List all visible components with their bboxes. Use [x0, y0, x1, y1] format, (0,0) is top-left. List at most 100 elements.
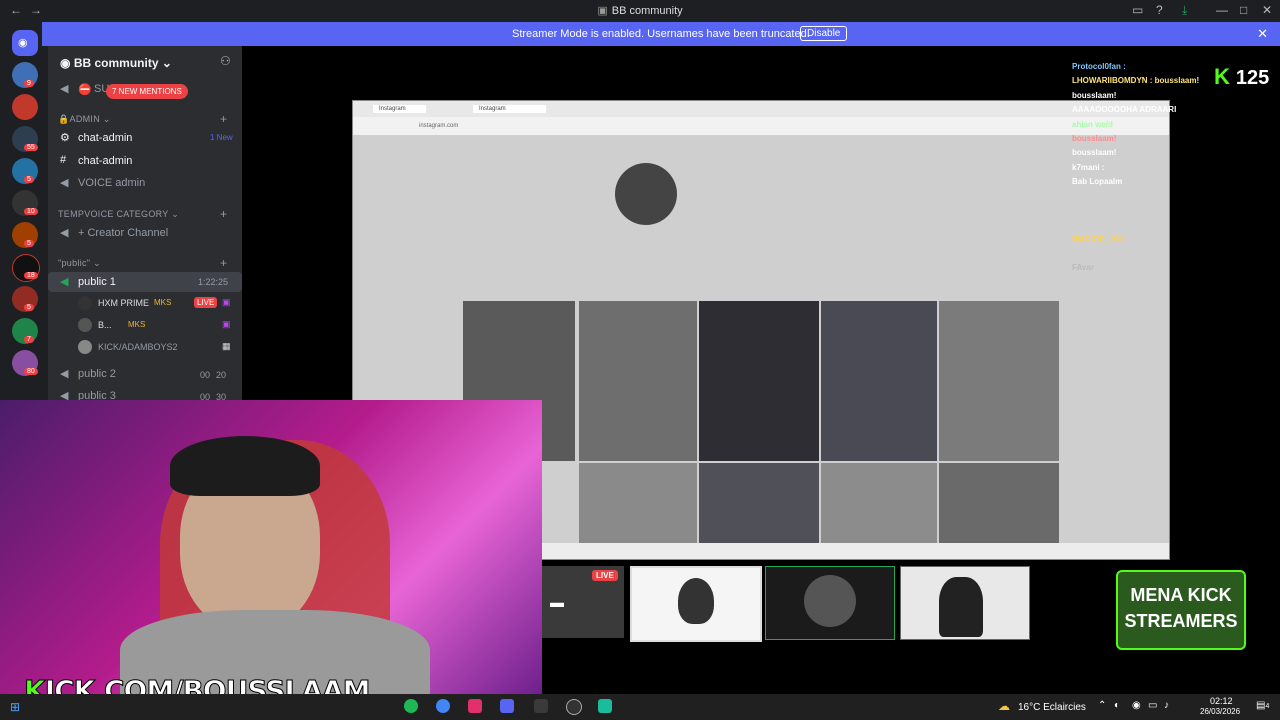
- window-title: ▣ BB community: [597, 5, 683, 17]
- avatar: [939, 577, 983, 637]
- close-icon[interactable]: ✕: [1257, 26, 1268, 42]
- obs-icon[interactable]: [566, 699, 582, 715]
- participant-tile[interactable]: [765, 566, 895, 640]
- channel-list: ◉ BB community ⌄ ⚇ ◀ ⛔ SU 7 NEW MENTIONS…: [48, 46, 242, 402]
- maximize-button[interactable]: □: [1240, 3, 1247, 17]
- chat-message: bousslaam!: [1072, 133, 1117, 143]
- add-channel-icon[interactable]: +: [220, 256, 227, 270]
- speaker-icon: ◀: [60, 368, 69, 380]
- server-icon[interactable]: [12, 94, 38, 120]
- video-tile: [939, 463, 1059, 543]
- channel-label: chat-admin: [78, 155, 133, 167]
- participant-tile[interactable]: [900, 566, 1030, 640]
- logo-line: STREAMERS: [1124, 611, 1238, 631]
- category-public[interactable]: "public" ⌄: [58, 258, 101, 269]
- url-text[interactable]: instagram.com: [419, 123, 458, 129]
- address-bar: instagram.com: [353, 117, 1169, 135]
- streamer-hair: [170, 436, 320, 496]
- volume-icon[interactable]: ♪: [1164, 700, 1169, 711]
- server-badge: 9: [24, 80, 34, 87]
- voice-user[interactable]: HXM PRIME MKS LIVE ▣: [48, 294, 242, 314]
- server-badge: 5: [24, 240, 34, 247]
- no-entry-icon: ⛔: [78, 84, 92, 96]
- browser-tabs: Instagram Instagram: [353, 101, 1169, 117]
- close-window-button[interactable]: ✕: [1262, 3, 1272, 17]
- chat-message: Bab Lopaalm: [1072, 177, 1123, 187]
- streamer-mode-banner: Streamer Mode is enabled. Usernames have…: [42, 22, 1280, 46]
- server-rail: ◉ 9 55 5 10 5 18 5 7 80: [0, 22, 48, 400]
- user-limit: 20: [216, 370, 227, 380]
- mena-kick-streamers-logo: MENA KICK STREAMERS: [1116, 570, 1246, 650]
- channel-creator[interactable]: ◀ + Creator Channel: [48, 223, 242, 243]
- channel-voice-admin[interactable]: ◀ VOICE admin: [48, 173, 242, 193]
- add-channel-icon[interactable]: +: [220, 207, 227, 221]
- category-admin[interactable]: 🔒ADMIN ⌄: [58, 114, 111, 125]
- activity-icon: ▣: [222, 297, 231, 307]
- category-tempvoice[interactable]: TEMPVOICE CATEGORY ⌄: [58, 209, 179, 220]
- avatar: [804, 575, 856, 627]
- notification-icon[interactable]: ▤4: [1256, 700, 1269, 711]
- chat-message: [1072, 206, 1262, 220]
- clock-time[interactable]: 02:12: [1210, 696, 1233, 706]
- spotify-icon[interactable]: [404, 699, 418, 713]
- channel-label: chat-admin: [78, 132, 133, 144]
- network-icon[interactable]: ▭: [1148, 700, 1157, 711]
- help-icon[interactable]: ?: [1156, 3, 1163, 17]
- channel-label: + Creator Channel: [78, 227, 169, 239]
- discord-home-icon[interactable]: ◉: [12, 30, 38, 56]
- logo-line: MENA KICK: [1130, 585, 1232, 605]
- video-tile: [579, 463, 697, 543]
- tray-icon[interactable]: ◐: [1114, 700, 1120, 711]
- discord-icon[interactable]: [500, 699, 514, 713]
- voice-user[interactable]: KICK/ADAMBOYS2 ▦: [48, 338, 242, 358]
- video-tile: [699, 463, 819, 543]
- lock-icon: 🔒: [58, 114, 70, 124]
- speaker-icon: ◀: [60, 227, 69, 239]
- server-badge: 5: [24, 304, 34, 311]
- avatar: [678, 578, 714, 624]
- title-bar: ← → ▣ BB community ▭ ? ⤓ — □ ✕: [0, 0, 1280, 22]
- channel-chat-admin[interactable]: ⚙ chat-admin 1 New: [48, 128, 242, 148]
- speaker-icon: ◀: [60, 83, 69, 95]
- browser-tab[interactable]: Instagram: [373, 105, 426, 113]
- participant-tile[interactable]: [630, 566, 762, 642]
- add-channel-icon[interactable]: +: [220, 112, 227, 126]
- video-tile: [821, 463, 937, 543]
- server-name[interactable]: ◉ BB community ⌄: [60, 56, 172, 70]
- taskbar: ⊞ ☁ 16°C Eclaircies ⌃ ◐ ◉ ▭ ♪ 02:12 26/0…: [0, 694, 1280, 720]
- chat-message: k7mani :: [1072, 162, 1105, 172]
- download-icon[interactable]: ⤓: [1182, 3, 1187, 18]
- tray-icon[interactable]: ◉: [1132, 700, 1141, 711]
- windows-start-icon[interactable]: ⊞: [10, 700, 20, 714]
- chat-overlay: Protocol0fan : LHOWARIIBOMDYN : bousslaam…: [1072, 62, 1262, 278]
- new-mentions-badge[interactable]: 7 NEW MENTIONS: [106, 84, 188, 99]
- user-count: 00: [200, 370, 211, 380]
- inbox-icon[interactable]: ▭: [1132, 3, 1143, 17]
- channel-chat-admin[interactable]: # chat-admin: [48, 151, 242, 171]
- video-tile: [579, 301, 697, 461]
- instagram-icon[interactable]: [468, 699, 482, 713]
- chat-message: bousslaam!: [1072, 148, 1117, 158]
- channel-label: public 2: [78, 368, 116, 380]
- channel-public-2[interactable]: ◀ public 2 00 20: [48, 364, 242, 384]
- invite-icon[interactable]: ⚇: [220, 54, 231, 68]
- chrome-icon[interactable]: [436, 699, 450, 713]
- gear-icon: ⚙: [60, 132, 70, 144]
- channel-public-1[interactable]: ◀ public 1 1:22:25: [48, 272, 242, 292]
- avatar: [78, 296, 92, 310]
- call-timer: 1:22:25: [198, 277, 229, 287]
- browser-tab[interactable]: Instagram: [473, 105, 546, 113]
- channel-label: public 1: [78, 276, 116, 288]
- voice-user[interactable]: B... MKS ▣: [48, 316, 242, 336]
- app-icon[interactable]: [598, 699, 612, 713]
- chevron-up-icon[interactable]: ⌃: [1098, 700, 1106, 711]
- disable-button[interactable]: Disable: [800, 26, 848, 41]
- profile-avatar: [615, 163, 677, 225]
- minimize-button[interactable]: —: [1216, 3, 1228, 17]
- weather-text[interactable]: 16°C Eclaircies: [1018, 702, 1086, 713]
- video-tile: [821, 301, 937, 461]
- banner-message: Streamer Mode is enabled. Usernames have…: [512, 28, 810, 40]
- clock-date[interactable]: 26/03/2026: [1200, 707, 1240, 716]
- app-icon[interactable]: [534, 699, 548, 713]
- hash-icon: #: [60, 154, 67, 166]
